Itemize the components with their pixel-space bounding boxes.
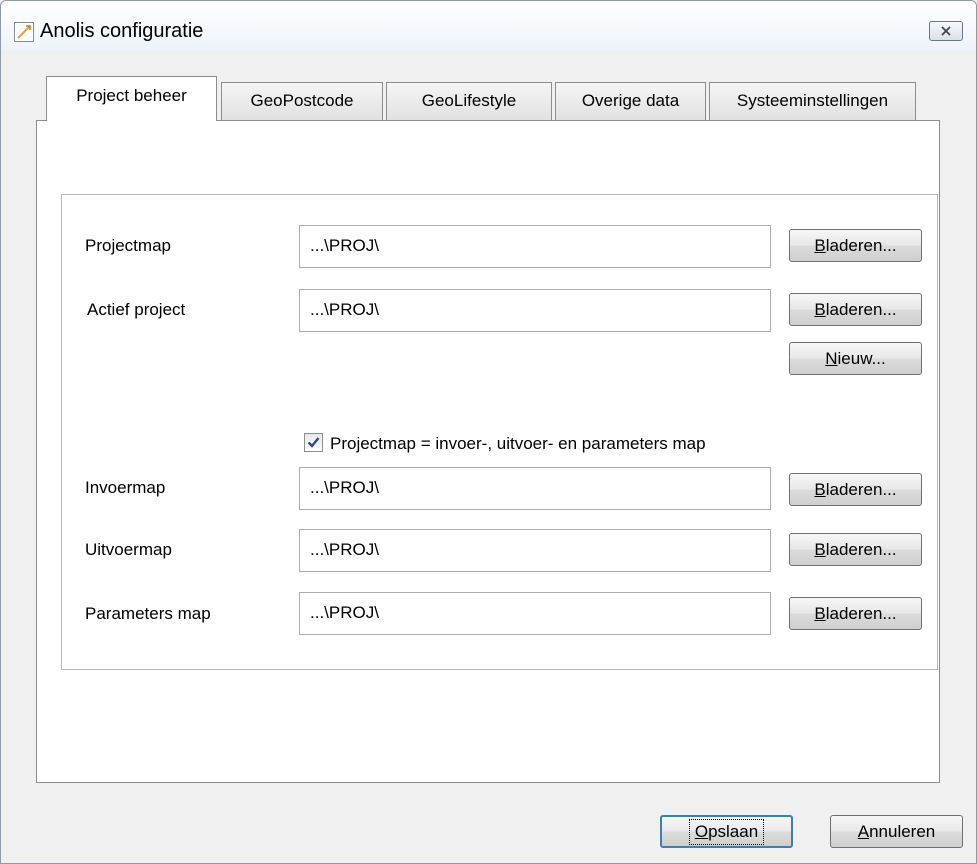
- close-button[interactable]: [929, 21, 963, 41]
- uitvoermap-label: Uitvoermap: [85, 540, 172, 559]
- title-bar[interactable]: Anolis configuratie: [1, 1, 976, 51]
- projectmap-field[interactable]: ...\PROJ\: [299, 225, 771, 268]
- actief-project-field[interactable]: ...\PROJ\: [299, 289, 771, 332]
- close-icon: [941, 26, 951, 36]
- parameters-map-label: Parameters map: [85, 604, 211, 623]
- tab-systeeminstellingen[interactable]: Systeeminstellingen: [709, 82, 916, 120]
- cancel-button[interactable]: Annuleren: [830, 815, 963, 848]
- app-icon: [14, 22, 34, 42]
- parameters-map-field[interactable]: ...\PROJ\: [299, 592, 771, 635]
- new-project-button[interactable]: Nieuw...: [789, 342, 922, 375]
- tab-geolifestyle[interactable]: GeoLifestyle: [386, 82, 552, 120]
- actief-project-label: Actief project: [87, 300, 186, 319]
- checkmark-icon: [307, 437, 320, 448]
- uitvoermap-browse-button[interactable]: Bladeren...: [789, 533, 922, 566]
- window-title: Anolis configuratie: [40, 20, 204, 42]
- actief-project-browse-button[interactable]: Bladeren...: [789, 293, 922, 326]
- same-folder-checkbox-label[interactable]: Projectmap = invoer-, uitvoer- en parame…: [330, 434, 706, 454]
- projectmap-browse-button[interactable]: Bladeren...: [789, 229, 922, 262]
- parameters-map-browse-button[interactable]: Bladeren...: [789, 597, 922, 630]
- tab-overige-data[interactable]: Overige data: [555, 82, 706, 120]
- save-button[interactable]: Opslaan: [660, 815, 793, 848]
- invoermap-field[interactable]: ...\PROJ\: [299, 467, 771, 510]
- projectmap-label: Projectmap: [85, 236, 171, 255]
- same-folder-checkbox[interactable]: [304, 433, 323, 452]
- uitvoermap-field[interactable]: ...\PROJ\: [299, 529, 771, 572]
- dialog-window: Anolis configuratie Project beheer GeoPo…: [0, 0, 977, 864]
- tab-geopostcode[interactable]: GeoPostcode: [221, 82, 383, 120]
- invoermap-label: Invoermap: [85, 478, 166, 497]
- invoermap-browse-button[interactable]: Bladeren...: [789, 473, 922, 506]
- tab-project-beheer[interactable]: Project beheer: [46, 76, 217, 121]
